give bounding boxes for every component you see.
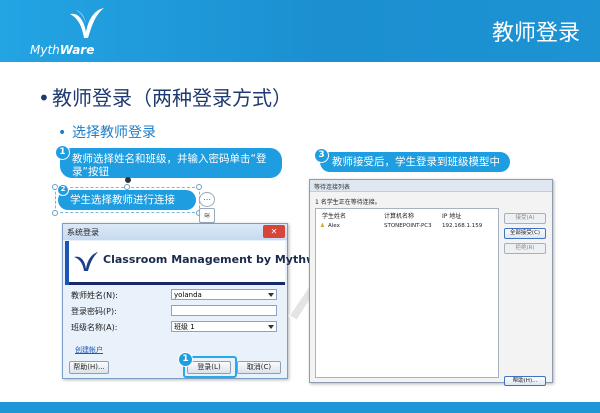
waiting-list-window: 等待连接列表 1 名学生正在等待连接。 学生姓名 计算机名称 IP 地址 ♟ A… [309, 179, 553, 386]
step-number-1: 1 [55, 145, 70, 160]
waiting-list-titlebar: 等待连接列表 [310, 180, 552, 192]
header-bar: MythWare 教师登录 [0, 0, 600, 62]
password-field[interactable] [171, 305, 277, 316]
layers-icon[interactable]: ≋ [199, 208, 215, 223]
student-icon: ♟ [320, 223, 325, 229]
chevron-down-icon [268, 325, 274, 329]
callout-step-2: 学生选择教师进行连接 [58, 190, 196, 210]
logo-wordmark: MythWare [30, 43, 95, 57]
mythware-logo: MythWare [30, 6, 120, 58]
step-number-3: 3 [314, 148, 329, 163]
accept-all-button[interactable]: 全部接受(C) [504, 228, 546, 239]
column-header-computer[interactable]: 计算机名称 [384, 211, 414, 220]
main-heading: • 教师登录（两种登录方式） [38, 86, 292, 110]
help-button[interactable]: 帮助(H)... [69, 361, 109, 374]
ip-address-cell: 192.168.1.159 [442, 223, 483, 229]
column-header-student[interactable]: 学生姓名 [322, 211, 346, 220]
footer-bar [0, 402, 600, 413]
accept-button[interactable]: 接受(A) [504, 213, 546, 224]
dialog-titlebar: 系统登录 ✕ [63, 224, 287, 240]
computer-name-cell: STONEPOINT-PC3 [384, 223, 432, 229]
bird-icon [70, 8, 104, 38]
step-number-2: 2 [57, 184, 69, 196]
product-banner: Classroom Management by Mythware [65, 241, 337, 285]
login-dialog: 系统登录 ✕ Classroom Management by Mythware … [62, 223, 337, 379]
waiting-count-text: 1 名学生正在等待连接。 [315, 199, 381, 206]
chevron-down-icon [268, 293, 274, 297]
class-name-label: 班级名称(A): [71, 323, 118, 332]
close-icon[interactable]: ✕ [263, 225, 285, 238]
waiting-list-table: 学生姓名 计算机名称 IP 地址 ♟ Alex STONEPOINT-PC3 1… [315, 208, 499, 378]
mythware-bird-icon [74, 252, 98, 271]
step-number-login: 1 [178, 352, 193, 367]
sub-heading: • 选择教师登录 [58, 125, 156, 141]
more-icon[interactable]: ⋯ [199, 192, 215, 207]
student-name-cell: Alex [328, 223, 340, 229]
callout-step-3: 教师接受后，学生登录到班级模型中 [320, 152, 510, 172]
teacher-name-select[interactable]: yolanda [171, 289, 277, 300]
slide-title: 教师登录 [491, 21, 580, 46]
rotate-handle[interactable] [125, 177, 131, 183]
resize-handle[interactable] [196, 184, 202, 190]
create-account-link[interactable]: 创建帐户 [75, 345, 103, 355]
class-name-select[interactable]: 班级 1 [171, 321, 277, 332]
password-label: 登录密码(P): [71, 307, 117, 316]
teacher-name-label: 教师姓名(N): [71, 291, 118, 300]
help-button[interactable]: 帮助(H)... [504, 376, 546, 386]
reject-button[interactable]: 拒绝(R) [504, 243, 546, 254]
callout-step-1: 教师选择姓名和班级，并输入密码单击“登录”按钮 [60, 148, 282, 178]
resize-handle[interactable] [52, 210, 58, 216]
column-header-ip[interactable]: IP 地址 [442, 211, 461, 220]
cancel-button[interactable]: 取消(C) [237, 361, 281, 374]
